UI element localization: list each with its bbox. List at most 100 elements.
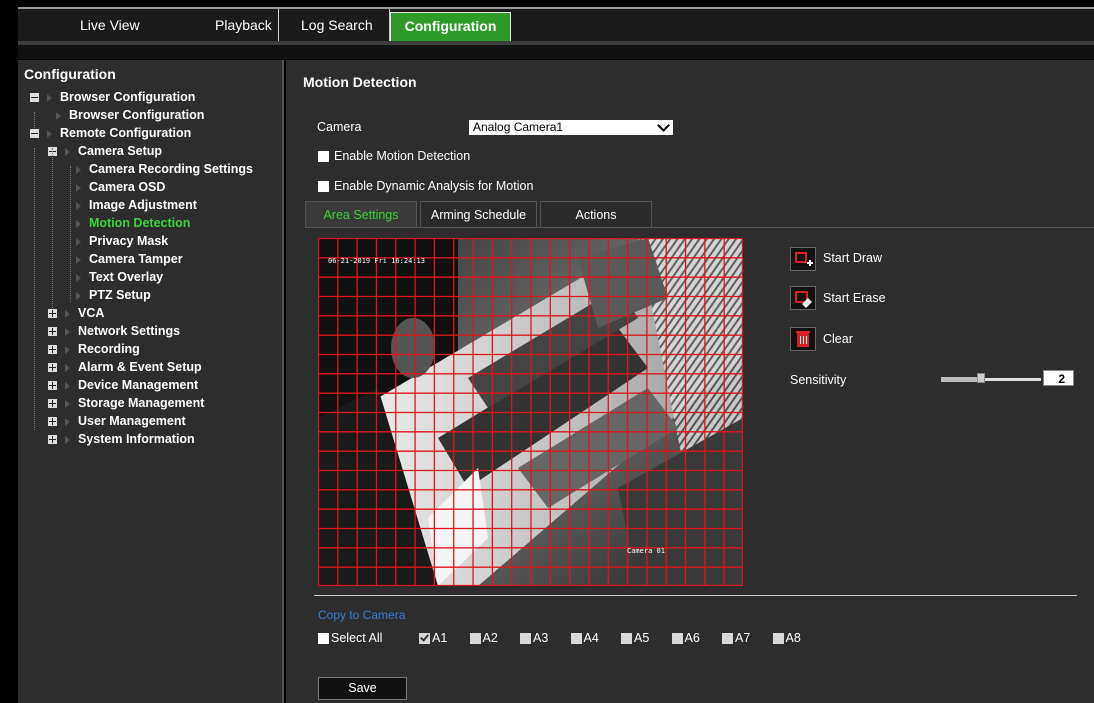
expand-icon[interactable] [48,435,57,445]
enable-dynamic-label: Enable Dynamic Analysis for Motion [334,179,534,193]
nav-tab-log-search[interactable]: Log Search [279,9,390,41]
collapse-icon[interactable] [30,93,39,103]
copy-camera-checkbox[interactable] [671,633,683,645]
sensitivity-slider-handle[interactable] [977,373,985,383]
tree-item[interactable]: Image Adjustment [76,196,197,214]
collapse-icon[interactable] [30,129,39,139]
tree-item[interactable]: Network Settings [48,322,180,340]
tree-connector [34,112,35,128]
expand-icon[interactable] [48,327,57,337]
tree-arrow-icon [76,237,81,246]
tree-item-label: Device Management [78,378,199,392]
nav-tab-configuration[interactable]: Configuration [390,12,511,41]
copy-camera-option[interactable]: A2 [469,631,498,645]
enable-dynamic-checkbox[interactable] [318,181,329,193]
select-all[interactable]: Select All [318,631,382,645]
copy-camera-label: A8 [785,631,801,645]
tree-item-label: PTZ Setup [89,288,151,302]
top-navigation-bar: Live View Playback Log Search Configurat… [0,0,1094,45]
tree-item-label: Storage Management [78,396,205,410]
clear-button[interactable] [790,327,816,351]
nav-tab-playback[interactable]: Playback [155,9,279,41]
sensitivity-value[interactable]: 2 [1043,370,1074,386]
camera-select[interactable]: Analog Camera1 [469,119,673,135]
copy-camera-option[interactable]: A5 [621,631,649,645]
expand-icon[interactable] [48,345,57,355]
start-erase-button[interactable] [790,286,816,310]
page-title: Motion Detection [303,74,417,90]
tree-item[interactable]: User Management [48,412,186,430]
copy-camera-checkbox[interactable] [772,633,784,645]
tab-arming-schedule[interactable]: Arming Schedule [420,201,537,227]
copy-camera-checkbox[interactable] [722,633,733,645]
tree-arrow-icon [47,129,52,138]
start-erase-label[interactable]: Start Erase [823,291,886,305]
copy-camera-option[interactable]: A6 [671,631,700,645]
tree-item[interactable]: Alarm & Event Setup [48,358,202,376]
tree-arrow-icon [65,345,70,354]
nav-tab-live-view[interactable]: Live View [18,9,155,41]
tree-item[interactable]: Privacy Mask [76,232,168,250]
copy-camera-option[interactable]: A3 [520,631,548,645]
sensitivity-label: Sensitivity [790,373,847,387]
tree-item[interactable]: Camera OSD [76,178,165,196]
tree-item[interactable]: Motion Detection [76,214,190,232]
tree-item[interactable]: PTZ Setup [76,286,151,304]
tree-arrow-icon [76,291,81,300]
tree-item[interactable]: VCA [48,304,104,322]
tree-arrow-icon [65,309,70,318]
copy-camera-label: A2 [482,631,498,645]
enable-dynamic-analysis[interactable]: Enable Dynamic Analysis for Motion [318,179,533,193]
video-preview[interactable]: 06-21-2019 Fri 16:24:13 Camera 01 [318,238,743,586]
start-draw-button[interactable] [790,247,816,271]
start-draw-label[interactable]: Start Draw [823,251,882,265]
tree-item[interactable]: Browser Configuration [56,106,204,124]
tree-item-label: Network Settings [78,324,181,338]
sensitivity-slider[interactable] [941,373,1041,383]
expand-icon[interactable] [48,417,57,427]
tree-item[interactable]: Remote Configuration [30,124,191,142]
tab-area-settings[interactable]: Area Settings [305,201,417,227]
select-all-checkbox[interactable] [318,633,329,645]
tree-item-label: Remote Configuration [60,126,192,140]
tree-item[interactable]: System Information [48,430,195,448]
tree-item[interactable]: Device Management [48,376,198,394]
copy-camera-option[interactable]: A1 [419,631,447,645]
copy-camera-option[interactable]: A7 [722,631,750,645]
expand-icon[interactable] [48,381,57,391]
enable-motion-detection[interactable]: Enable Motion Detection [318,149,470,163]
expand-icon[interactable] [48,363,57,373]
tree-item[interactable]: Text Overlay [76,268,163,286]
tree-item[interactable]: Camera Setup [48,142,162,160]
tree-arrow-icon [65,417,70,426]
copy-camera-checkbox[interactable] [520,633,531,645]
clear-label[interactable]: Clear [823,332,853,346]
copy-camera-option[interactable]: A8 [772,631,801,645]
expand-icon[interactable] [48,399,57,409]
tab-actions[interactable]: Actions [540,201,652,227]
copy-camera-label: A3 [533,631,549,645]
select-all-label: Select All [331,631,383,645]
enable-motion-checkbox[interactable] [318,151,329,163]
copy-camera-checkbox[interactable] [469,633,481,645]
expand-icon[interactable] [48,309,57,319]
tree-item[interactable]: Recording [48,340,140,358]
tree-item[interactable]: Browser Configuration [30,88,195,106]
enable-motion-label: Enable Motion Detection [334,149,471,163]
save-button[interactable]: Save [318,677,407,700]
copy-camera-checkbox[interactable] [621,633,632,645]
tree-arrow-icon [76,201,81,210]
tree-item[interactable]: Camera Recording Settings [76,160,253,178]
copy-camera-option[interactable]: A4 [570,631,599,645]
motion-grid[interactable] [318,238,743,586]
tree-item[interactable]: Storage Management [48,394,204,412]
copy-to-camera-title: Copy to Camera [318,608,406,622]
tree-item-label: Camera OSD [89,180,166,194]
copy-camera-checkbox[interactable] [570,633,582,645]
tree-arrow-icon [47,93,52,102]
divider [314,595,1077,596]
sidebar: Configuration Browser Configuration Brows… [18,60,284,703]
copy-camera-checkbox[interactable] [419,633,430,645]
tree-item[interactable]: Camera Tamper [76,250,183,268]
tree-arrow-icon [76,273,81,282]
